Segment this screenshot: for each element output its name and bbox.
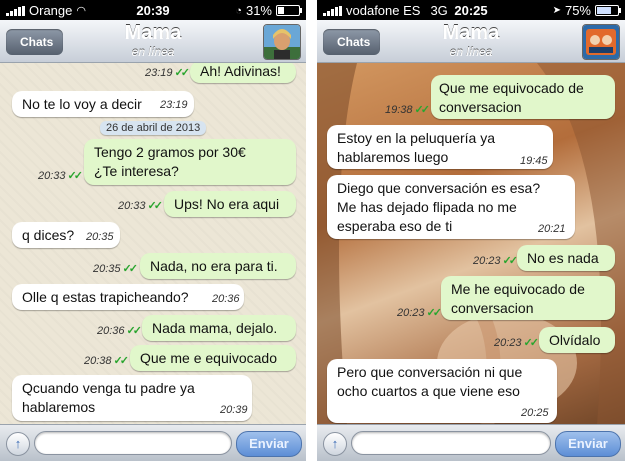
message-time: 23:19 bbox=[160, 99, 188, 111]
message-input[interactable] bbox=[351, 431, 551, 455]
message-text: Que me equivocado de conversacion bbox=[439, 80, 584, 115]
message-bubble-outgoing[interactable]: No es nada bbox=[517, 245, 615, 271]
message-time: 19:45 bbox=[520, 155, 548, 167]
message-bubble-outgoing[interactable]: Tengo 2 gramos por 30€ ¿Te interesa? bbox=[84, 139, 296, 185]
wifi-icon: ◠ bbox=[76, 5, 86, 17]
upload-arrow-icon: ↑ bbox=[331, 436, 339, 451]
message-composer: ↑ Enviar bbox=[0, 424, 306, 461]
message-list[interactable]: 23:19 ✓✓ Ah! Adivinas! No te lo voy a dec… bbox=[0, 63, 306, 425]
message-time: 20:21 bbox=[538, 223, 566, 235]
message-bubble-outgoing[interactable]: Olvídalo bbox=[539, 327, 615, 353]
message-text: Nada mama, dejalo. bbox=[152, 320, 278, 336]
contact-name: Mama bbox=[442, 22, 500, 44]
chat-header: Chats Mama en línea bbox=[317, 20, 625, 63]
message-bubble-outgoing[interactable]: Nada mama, dejalo. bbox=[142, 315, 296, 341]
network-type: 3G bbox=[430, 3, 448, 18]
message-time: 20:33 ✓✓ bbox=[118, 200, 163, 212]
message-text: Que me e equivocado bbox=[140, 350, 277, 366]
battery-icon bbox=[276, 5, 302, 16]
back-button[interactable]: Chats bbox=[6, 29, 64, 55]
message-bubble-outgoing[interactable]: Me he equivocado de conversacion bbox=[441, 276, 615, 320]
attach-button[interactable]: ↑ bbox=[323, 432, 347, 456]
rotation-lock-icon: ◔ bbox=[235, 4, 242, 17]
location-arrow-icon: ➤ bbox=[552, 5, 561, 16]
message-time: 20:38 ✓✓ bbox=[84, 355, 129, 367]
message-bubble-incoming[interactable]: Olle q estas trapicheando? bbox=[12, 284, 244, 310]
carrier-name: vodafone ES bbox=[346, 3, 421, 18]
battery-percent: 31% bbox=[245, 3, 272, 18]
message-time: 20:36 ✓✓ bbox=[97, 325, 142, 337]
message-time: 19:38 ✓✓ bbox=[385, 104, 430, 116]
send-button[interactable]: Enviar bbox=[555, 431, 621, 457]
message-time: 20:25 bbox=[521, 407, 549, 419]
message-text: Me he equivocado de conversacion bbox=[451, 281, 585, 316]
left-phone-screenshot: Orange ◠ 20:39 ◔ 31% Chats Mama en línea… bbox=[0, 0, 306, 461]
contact-name: Mama bbox=[124, 22, 182, 44]
message-text: Estoy en la peluquería ya hablaremos lue… bbox=[337, 130, 495, 165]
battery-percent: 75% bbox=[564, 3, 591, 18]
signal-icon bbox=[6, 5, 25, 16]
message-text: No te lo voy a decir bbox=[22, 96, 142, 112]
message-text: q dices? bbox=[22, 227, 75, 243]
message-bubble-outgoing[interactable]: Que me equivocado de conversacion bbox=[431, 75, 615, 119]
status-bar: Orange ◠ 20:39 ◔ 31% bbox=[0, 0, 306, 20]
signal-icon bbox=[323, 5, 342, 16]
message-list[interactable]: Que me equivocado de conversacion 19:38 ✓… bbox=[317, 63, 625, 425]
message-text: Qcuando venga tu padre ya hablaremos bbox=[22, 380, 195, 415]
message-time: 20:23 ✓✓ bbox=[494, 337, 539, 349]
contact-status: en línea bbox=[449, 45, 493, 59]
message-bubble-outgoing[interactable]: Que me e equivocado bbox=[130, 345, 296, 371]
message-composer: ↑ Enviar bbox=[317, 424, 625, 461]
avatar[interactable] bbox=[263, 24, 301, 60]
message-input[interactable] bbox=[34, 431, 232, 455]
message-time: 20:35 ✓✓ bbox=[93, 263, 138, 275]
attach-button[interactable]: ↑ bbox=[6, 432, 30, 456]
message-bubble-outgoing[interactable]: Ah! Adivinas! bbox=[190, 63, 296, 83]
back-button[interactable]: Chats bbox=[323, 29, 381, 55]
avatar[interactable] bbox=[582, 24, 620, 60]
message-time: 20:35 bbox=[86, 231, 114, 243]
message-text: Pero que conversación ni que ocho cuarto… bbox=[337, 364, 523, 399]
message-time: 20:23 ✓✓ bbox=[397, 307, 442, 319]
message-text: Nada, no era para ti. bbox=[150, 258, 278, 274]
message-time: 20:36 bbox=[212, 293, 240, 305]
chat-header: Chats Mama en línea bbox=[0, 20, 306, 63]
right-phone-screenshot: vodafone ES 3G 20:25 ➤ 75% Chats Mama en… bbox=[317, 0, 625, 461]
message-bubble-outgoing[interactable]: Ups! No era aqui bbox=[164, 191, 296, 217]
status-bar: vodafone ES 3G 20:25 ➤ 75% bbox=[317, 0, 625, 20]
message-text: Ups! No era aqui bbox=[174, 196, 280, 212]
message-text: Olle q estas trapicheando? bbox=[22, 289, 189, 305]
carrier-name: Orange bbox=[29, 3, 73, 18]
date-separator: 26 de abril de 2013 bbox=[100, 121, 207, 135]
message-time: 20:33 ✓✓ bbox=[38, 170, 83, 182]
upload-arrow-icon: ↑ bbox=[14, 436, 22, 451]
message-text: Diego que conversación es esa? Me has de… bbox=[337, 180, 541, 234]
divider bbox=[306, 0, 317, 461]
message-text: Ah! Adivinas! bbox=[200, 63, 281, 79]
message-text: Olvídalo bbox=[549, 332, 601, 348]
message-text: No es nada bbox=[527, 250, 599, 266]
message-bubble-outgoing[interactable]: Nada, no era para ti. bbox=[140, 253, 296, 279]
send-button[interactable]: Enviar bbox=[236, 431, 302, 457]
message-time: 20:39 bbox=[220, 404, 248, 416]
battery-icon bbox=[595, 5, 621, 16]
contact-status: en línea bbox=[131, 45, 175, 59]
message-bubble-incoming[interactable]: Qcuando venga tu padre ya hablaremos bbox=[12, 375, 252, 421]
message-time: 23:19 ✓✓ bbox=[145, 67, 190, 79]
message-time: 20:23 ✓✓ bbox=[473, 255, 518, 267]
message-text: Tengo 2 gramos por 30€ ¿Te interesa? bbox=[94, 144, 246, 179]
